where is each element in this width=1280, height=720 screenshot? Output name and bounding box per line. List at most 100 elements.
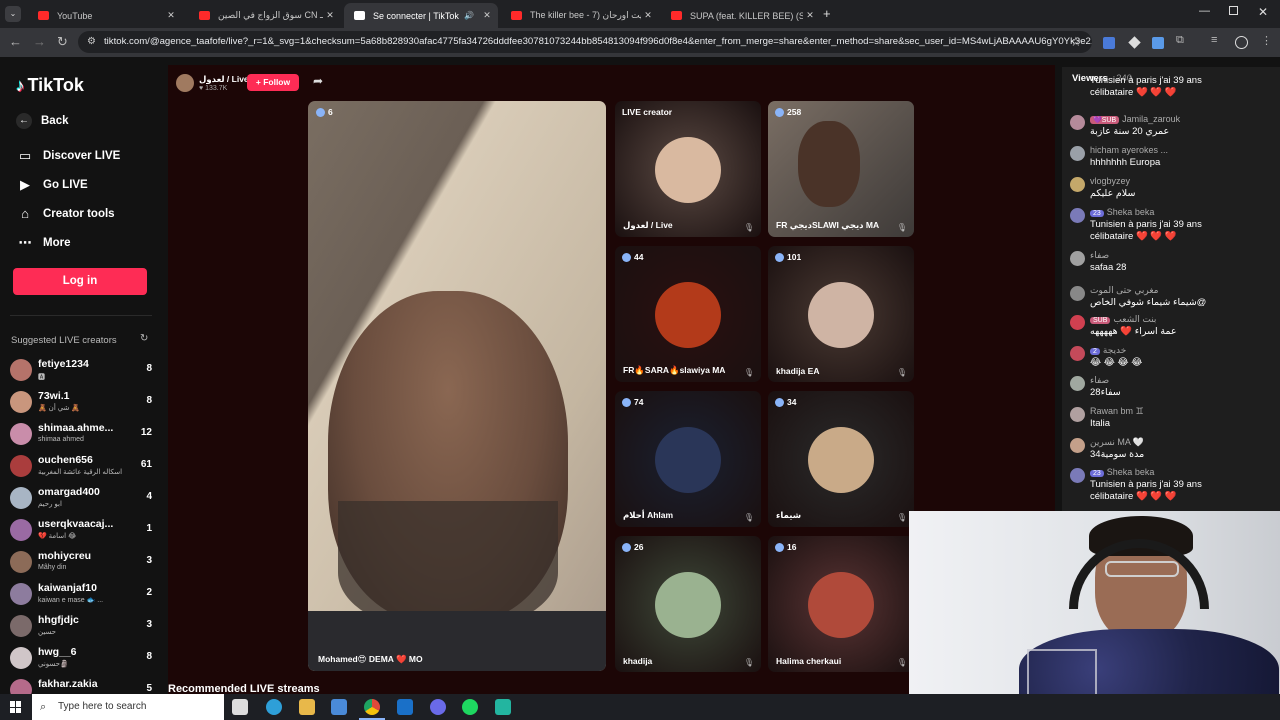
guest-video-tile[interactable]: 26 khadija 🎙 (615, 536, 761, 672)
chat-username[interactable]: Rawan bm ♊ (1090, 406, 1144, 417)
chat-username[interactable]: مغربي حتى الموت (1090, 285, 1158, 296)
chat-username[interactable]: صفاء (1090, 375, 1109, 386)
refresh-icon[interactable]: ↻ (140, 333, 148, 344)
avatar[interactable] (1070, 286, 1085, 301)
avatar[interactable] (1070, 115, 1085, 130)
follow-button[interactable]: + Follow (247, 74, 299, 91)
sidebar-nav-item[interactable]: ⌂ Creator tools (16, 206, 115, 221)
guest-video-tile[interactable]: LIVE creator لعدول / Live 🎙 (615, 101, 761, 237)
chat-username[interactable]: 23 Sheka beka (1090, 467, 1154, 477)
tab-close-icon[interactable]: ✕ (803, 10, 817, 21)
profile-avatar[interactable] (1235, 36, 1248, 49)
task-view-icon[interactable] (232, 699, 248, 715)
site-info-icon[interactable]: ⚙ (87, 31, 96, 53)
suggested-creator[interactable]: mohiycreu Mâhy din 3 (10, 548, 152, 578)
minimize-button[interactable]: — (1199, 5, 1210, 17)
extension-diamond-icon[interactable] (1128, 36, 1141, 49)
tab-search-button[interactable]: ⌄ (5, 6, 21, 22)
guest-video-tile[interactable]: 258 FR ديجيSLAWI ديجي MA 🎙 (768, 101, 914, 237)
suggested-creator[interactable]: userqkvaacaj... 💔 اسامة 😂 1 (10, 516, 152, 546)
suggested-creator[interactable]: shimaa.ahme... shimaa ahmed 12 (10, 420, 152, 450)
suggested-creator[interactable]: fakhar.zakia 5 (10, 676, 152, 696)
share-arrow-icon[interactable]: ➦ (313, 74, 323, 88)
suggested-creator[interactable]: kaiwanjaf10 kaiwan e mase 🐟 ... 2 (10, 580, 152, 610)
browser-tab[interactable]: Se connecter | TikTok 🔊 ✕ (344, 3, 498, 28)
reload-icon[interactable]: ↻ (57, 34, 68, 50)
chat-username[interactable]: vlogbyzey (1090, 176, 1130, 186)
edge-icon[interactable] (266, 699, 282, 715)
sidebar-nav-label: Discover LIVE (43, 150, 121, 162)
extension-blue-icon[interactable] (1152, 37, 1164, 49)
tab-close-icon[interactable]: ✕ (641, 10, 655, 21)
avatar[interactable] (1070, 177, 1085, 192)
chat-username[interactable]: صفاء (1090, 250, 1109, 261)
chrome-icon[interactable] (364, 699, 380, 715)
chat-username[interactable]: 2 خديجة (1090, 345, 1126, 356)
chat-text: hhhhhhh Europa (1090, 157, 1161, 168)
guest-video-tile[interactable]: 16 Halima cherkaui 🎙 (768, 536, 914, 672)
extension-translate-icon[interactable] (1103, 37, 1115, 49)
suggested-creator[interactable]: hhgfjdjc حسين 3 (10, 612, 152, 642)
chat-username[interactable]: hicham ayerokes ... (1090, 145, 1168, 155)
tab-audio-icon[interactable]: 🔊 (462, 11, 476, 20)
avatar[interactable] (1070, 376, 1085, 391)
chat-username[interactable]: SUB بنت الشعب (1090, 314, 1156, 325)
avatar[interactable] (1070, 251, 1085, 266)
guest-video-tile[interactable]: 101 khadija EA 🎙 (768, 246, 914, 382)
browser-tab[interactable]: YouTube ✕ (28, 3, 182, 28)
guest-video-tile[interactable]: 44 FR🔥SARA🔥slawiya MA 🎙 (615, 246, 761, 382)
chat-username[interactable]: 💜SUB Jamila_zarouk (1090, 114, 1180, 124)
suggested-creator[interactable]: omargad400 ابو رحيم 4 (10, 484, 152, 514)
login-button[interactable]: Log in (13, 268, 147, 295)
browser-tab[interactable]: SUPA (feat. KILLER BEE) (Specia...✕ (661, 3, 821, 28)
suggested-creator[interactable]: ouchen656 اسكاله الرقية عائشة المغربية 61 (10, 452, 152, 482)
url-bar[interactable]: ⚙ tiktok.com/@agence_taafofe/live?_r=1&_… (78, 31, 1092, 53)
back-link[interactable]: ← Back (16, 113, 69, 129)
avatar[interactable] (1070, 407, 1085, 422)
chat-username[interactable]: 23 Sheka beka (1090, 207, 1154, 217)
tab-close-icon[interactable]: ✕ (323, 10, 337, 21)
host-name[interactable]: لعدول / Live (199, 74, 249, 85)
suggested-creator[interactable]: 73wi.1 🧸 شي أن 🧸 8 (10, 388, 152, 418)
avatar (10, 519, 32, 541)
avatar (10, 423, 32, 445)
suggested-creator[interactable]: hwg__6 حسوني🗿 8 (10, 644, 152, 674)
tab-close-icon[interactable]: ✕ (480, 10, 494, 21)
avatar[interactable] (1070, 468, 1085, 483)
sidebar-nav-item[interactable]: ▶ Go LIVE (16, 177, 88, 193)
tab-close-icon[interactable]: ✕ (164, 10, 178, 21)
guest-video-tile[interactable]: 34 شيماء 🎙 (768, 391, 914, 527)
avatar[interactable] (1070, 315, 1085, 330)
back-arrow-icon[interactable]: ← (9, 34, 22, 49)
sidebar-nav-item[interactable]: ⋯ More (16, 235, 71, 251)
tiktok-logo[interactable]: ♪ TikTok (16, 75, 84, 96)
browser-tab[interactable]: The killer bee - ايت اورحان (7AD...✕ (501, 3, 659, 28)
main-host-video[interactable]: 6 Mohamed😍 DEMA ❤️ MO (308, 101, 606, 671)
app-icon[interactable] (495, 699, 511, 715)
reading-list-icon[interactable]: ≡ (1211, 34, 1217, 46)
avatar[interactable] (1070, 146, 1085, 161)
chrome-menu-icon[interactable]: ⋮ (1261, 34, 1272, 47)
windows-start-icon[interactable] (10, 701, 22, 713)
avatar[interactable] (1070, 438, 1085, 453)
guest-video-tile[interactable]: 74 أحلام Ahlam 🎙 (615, 391, 761, 527)
new-tab-icon[interactable]: + (823, 6, 831, 21)
file-explorer-icon[interactable] (299, 699, 315, 715)
chat-username[interactable]: نسرين MA 🤍 (1090, 437, 1144, 448)
sidebar-nav-item[interactable]: ▭ Discover LIVE (16, 148, 121, 164)
discord-icon[interactable] (430, 699, 446, 715)
close-window-button[interactable]: ✕ (1258, 5, 1268, 19)
avatar[interactable] (1070, 208, 1085, 223)
taskbar-search[interactable]: ⌕ Type here to search (32, 694, 224, 720)
suggested-creator[interactable]: fetiye1234 🅰 8 (10, 356, 152, 386)
forward-arrow-icon[interactable]: → (33, 34, 46, 49)
extensions-puzzle-icon[interactable]: ⧉ (1176, 34, 1184, 47)
outlook-icon[interactable] (397, 699, 413, 715)
host-avatar[interactable] (176, 74, 194, 92)
spotify-icon[interactable] (462, 699, 478, 715)
avatar[interactable] (1070, 346, 1085, 361)
bookmark-star-icon[interactable]: ☆ (1070, 34, 1082, 50)
store-icon[interactable] (331, 699, 347, 715)
browser-tab[interactable]: سوق الزواج في الصين CN الجانـ...✕ (189, 3, 341, 28)
restore-button[interactable] (1229, 6, 1238, 15)
